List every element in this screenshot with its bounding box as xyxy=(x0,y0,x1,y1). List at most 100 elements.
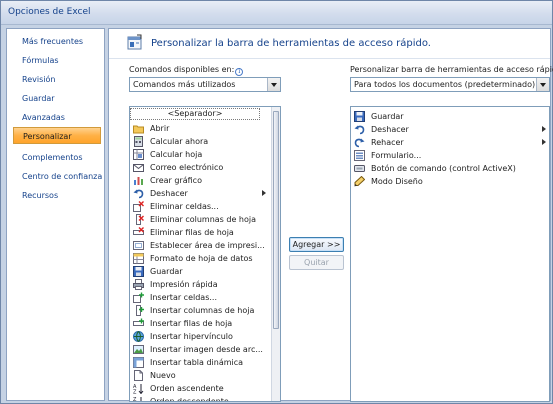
commands-source-label: Comandos disponibles en: i xyxy=(129,65,244,76)
available-commands-scrollbar[interactable] xyxy=(271,107,280,401)
commands-source-select[interactable]: Comandos más utilizados xyxy=(129,77,281,92)
datasheet-format-icon xyxy=(133,253,144,264)
list-item-label: Eliminar filas de hoja xyxy=(150,228,234,237)
list-item-label: Deshacer xyxy=(371,125,409,134)
title-bar[interactable]: Opciones de Excel xyxy=(1,1,552,25)
submenu-arrow-icon xyxy=(542,139,546,145)
submenu-arrow-icon xyxy=(262,190,266,196)
list-item-label: Modo Diseño xyxy=(371,177,423,186)
list-item-insertar-filas-de-hoja[interactable]: Insertar filas de hoja xyxy=(131,317,271,330)
sidebar-item-mas-frecuentes[interactable]: Más frecuentes xyxy=(13,33,101,50)
list-item-formato-de-hoja-de-datos[interactable]: Formato de hoja de datos xyxy=(131,252,271,265)
commands-source-value: Comandos más utilizados xyxy=(133,80,236,89)
list-item-crear-grafico[interactable]: Crear gráfico xyxy=(131,174,271,187)
excel-options-window: Opciones de Excel Más frecuentes Fórmula… xyxy=(0,0,553,404)
sort-descending-icon: ZA xyxy=(133,397,142,401)
list-item-label: Botón de comando (control ActiveX) xyxy=(371,164,516,173)
list-item-separator[interactable]: <Separador> xyxy=(130,108,260,120)
list-item-deshacer[interactable]: Deshacer xyxy=(131,187,271,200)
list-item-eliminar-filas-de-hoja[interactable]: Eliminar filas de hoja xyxy=(131,226,271,239)
sidebar-item-avanzadas[interactable]: Avanzadas xyxy=(13,109,101,126)
list-item-eliminar-celdas[interactable]: Eliminar celdas... xyxy=(131,200,271,213)
sort-ascending-icon: AZ xyxy=(133,384,144,395)
options-sidebar: Más frecuentes Fórmulas Revisión Guardar… xyxy=(6,28,105,401)
add-button[interactable]: Agregar >> xyxy=(289,237,344,252)
panel-header: Personalizar la barra de herramientas de… xyxy=(109,29,550,59)
sidebar-item-recursos[interactable]: Recursos xyxy=(13,187,101,204)
email-icon xyxy=(133,164,144,172)
list-item-insertar-celdas[interactable]: Insertar celdas... xyxy=(131,291,271,304)
open-folder-icon xyxy=(133,125,144,134)
commands-source-label-text: Comandos disponibles en: xyxy=(129,65,235,74)
list-item-guardar[interactable]: Guardar xyxy=(352,110,549,123)
list-item-orden-ascendente[interactable]: A Z Orden ascendente xyxy=(131,382,271,395)
command-button-icon xyxy=(354,165,365,172)
list-item-label: Rehacer xyxy=(371,138,404,147)
list-item-label: Eliminar columnas de hoja xyxy=(150,215,257,224)
list-item-label: Correo electrónico xyxy=(150,163,224,172)
list-item-nuevo[interactable]: Nuevo xyxy=(131,369,271,382)
list-item-label: Guardar xyxy=(150,267,183,276)
insert-cells-icon xyxy=(133,292,144,303)
chevron-down-icon[interactable] xyxy=(536,78,549,91)
list-item-eliminar-columnas-de-hoja[interactable]: Eliminar columnas de hoja xyxy=(131,213,271,226)
insert-rows-icon xyxy=(133,318,144,326)
list-item-label: Establecer área de impresi... xyxy=(150,241,265,250)
sidebar-item-formulas[interactable]: Fórmulas xyxy=(13,52,101,69)
available-commands-list[interactable]: <Separador> Abrir Calcular ahora Calcular … xyxy=(129,106,281,402)
list-item-abrir[interactable]: Abrir xyxy=(131,122,271,135)
list-item-label: Formulario... xyxy=(371,151,422,160)
toolbar-target-value: Para todos los documentos (predeterminad… xyxy=(354,80,536,89)
list-item-modo-diseno[interactable]: Modo Diseño xyxy=(352,175,549,188)
quick-access-commands-list[interactable]: Guardar Deshacer Rehacer Formulario... Botón… xyxy=(350,106,550,402)
calculator-sheet-icon xyxy=(133,149,144,160)
scroll-thumb[interactable] xyxy=(273,111,279,329)
sidebar-item-centro-de-confianza[interactable]: Centro de confianza xyxy=(13,168,102,185)
page-title: Personalizar la barra de herramientas de… xyxy=(151,38,431,49)
toolbar-target-select[interactable]: Para todos los documentos (predeterminad… xyxy=(350,77,550,92)
list-item-establecer-area-de-impresi[interactable]: Establecer área de impresi... xyxy=(131,239,271,252)
list-item-label: Insertar imagen desde arc... xyxy=(150,345,263,354)
sidebar-item-complementos[interactable]: Complementos xyxy=(13,149,101,166)
list-item-boton-de-comando-control-activex[interactable]: Botón de comando (control ActiveX) xyxy=(352,162,549,175)
calculator-icon xyxy=(134,136,143,147)
list-item-formulario[interactable]: Formulario... xyxy=(352,149,549,162)
list-item-label: Insertar tabla dinámica xyxy=(150,358,244,367)
list-item-label: Orden ascendente xyxy=(150,384,224,393)
list-item-insertar-columnas-de-hoja[interactable]: Insertar columnas de hoja xyxy=(131,304,271,317)
sidebar-item-personalizar[interactable]: Personalizar xyxy=(13,127,101,144)
window-title: Opciones de Excel xyxy=(8,7,91,17)
list-item-label: Insertar celdas... xyxy=(150,293,217,302)
list-item-insertar-hipervinculo[interactable]: Insertar hipervínculo xyxy=(131,330,271,343)
list-item-impresion-rapida[interactable]: Impresión rápida xyxy=(131,278,271,291)
info-icon[interactable]: i xyxy=(235,68,244,76)
new-document-icon xyxy=(134,370,143,381)
toolbar-target-label: Personalizar barra de herramientas de ac… xyxy=(350,65,553,76)
svg-text:Z: Z xyxy=(133,390,137,395)
list-item-insertar-tabla-dinamica[interactable]: Insertar tabla dinámica xyxy=(131,356,271,369)
list-item-calcular-ahora[interactable]: Calcular ahora xyxy=(131,135,271,148)
list-item-label: Formato de hoja de datos xyxy=(150,254,253,263)
list-item-rehacer[interactable]: Rehacer xyxy=(352,136,549,149)
list-item-correo-electronico[interactable]: Correo electrónico xyxy=(131,161,271,174)
list-item-label: Deshacer xyxy=(150,189,188,198)
remove-button[interactable]: Quitar xyxy=(289,255,344,270)
sidebar-item-revision[interactable]: Revisión xyxy=(13,71,101,88)
delete-columns-icon xyxy=(136,214,144,225)
delete-cells-icon xyxy=(133,201,144,212)
chevron-down-icon[interactable] xyxy=(267,78,280,91)
sidebar-item-guardar[interactable]: Guardar xyxy=(13,90,101,107)
list-item-deshacer[interactable]: Deshacer xyxy=(352,123,549,136)
list-item-insertar-imagen-desde-arc[interactable]: Insertar imagen desde arc... xyxy=(131,343,271,356)
insert-picture-icon xyxy=(133,345,144,354)
chart-icon xyxy=(134,177,143,185)
save-icon xyxy=(354,111,365,122)
list-item-orden-descendente[interactable]: ZA Orden descendente xyxy=(131,395,271,401)
customize-panel: Personalizar la barra de herramientas de… xyxy=(108,28,553,402)
list-item-calcular-hoja[interactable]: Calcular hoja xyxy=(131,148,271,161)
list-item-label: Insertar hipervínculo xyxy=(150,332,233,341)
list-item-label: Impresión rápida xyxy=(150,280,218,289)
save-icon xyxy=(133,266,144,277)
list-item-label: Calcular ahora xyxy=(150,137,209,146)
list-item-guardar[interactable]: Guardar xyxy=(131,265,271,278)
